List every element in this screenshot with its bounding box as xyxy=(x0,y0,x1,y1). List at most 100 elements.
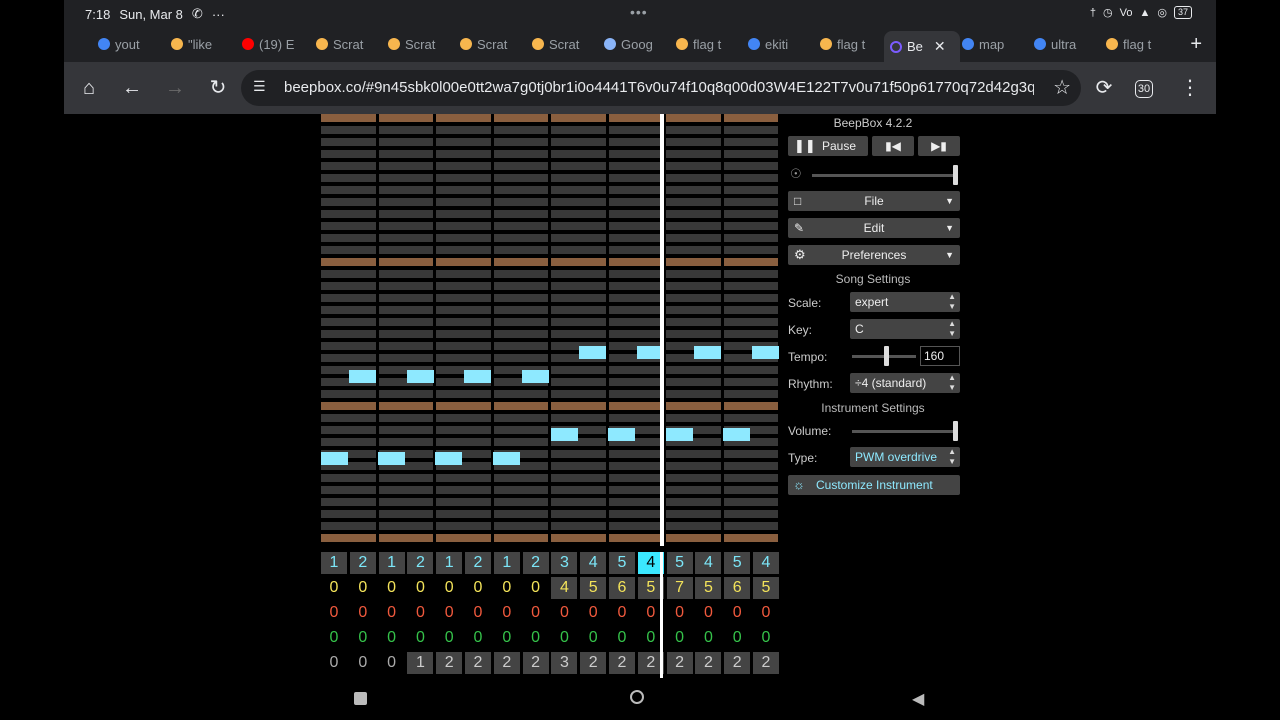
note-block[interactable] xyxy=(694,346,721,359)
track-cell[interactable]: 0 xyxy=(494,602,520,624)
tab-8[interactable]: Goog xyxy=(604,31,664,57)
address-bar[interactable]: ☰ beepbox.co/#9n45sbk0l00e0tt2wa7g0tj0br… xyxy=(241,70,1081,106)
track-cell[interactable]: 0 xyxy=(753,627,779,649)
track-cell[interactable]: 2 xyxy=(609,652,635,674)
track-cell[interactable]: 0 xyxy=(379,627,405,649)
note-block[interactable] xyxy=(608,428,635,441)
home-button-icon[interactable] xyxy=(630,690,644,704)
track-cell[interactable]: 1 xyxy=(407,652,434,674)
menu-icon[interactable]: ⋮ xyxy=(1178,76,1202,100)
track-cell[interactable]: 0 xyxy=(724,627,750,649)
track-cell[interactable]: 0 xyxy=(724,602,750,624)
window-handle-icon[interactable]: ••• xyxy=(630,4,648,20)
track-cell[interactable]: 2 xyxy=(436,652,463,674)
track-cell[interactable]: 0 xyxy=(436,577,462,599)
note-block[interactable] xyxy=(407,370,434,383)
track-cell[interactable]: 5 xyxy=(609,552,635,574)
track-cell[interactable]: 0 xyxy=(436,602,462,624)
track-cell[interactable]: 0 xyxy=(580,602,606,624)
note-block[interactable] xyxy=(349,370,376,383)
note-block[interactable] xyxy=(579,346,606,359)
track-cell[interactable]: 4 xyxy=(580,552,607,574)
tab-1[interactable]: yout xyxy=(98,31,178,57)
track-cell[interactable]: 0 xyxy=(551,602,577,624)
track-cell[interactable]: 4 xyxy=(695,552,722,574)
track-cell[interactable]: 1 xyxy=(378,552,405,574)
track-cell[interactable]: 0 xyxy=(465,602,491,624)
track-cell[interactable]: 0 xyxy=(321,577,347,599)
track-cell[interactable]: 5 xyxy=(580,577,607,599)
track-cell[interactable]: 2 xyxy=(580,652,607,674)
tab-7[interactable]: Scrat xyxy=(532,31,592,57)
track-cell[interactable]: 2 xyxy=(407,552,434,574)
new-tab-icon[interactable]: + xyxy=(1190,33,1202,56)
track-cell[interactable]: 0 xyxy=(350,652,376,674)
track-cell[interactable]: 0 xyxy=(379,602,405,624)
tab-3[interactable]: (19) E xyxy=(242,31,306,57)
track-cell[interactable]: 3 xyxy=(551,552,578,574)
track-cell[interactable]: 0 xyxy=(321,652,347,674)
track-cell[interactable]: 0 xyxy=(407,627,433,649)
track-cell[interactable]: 0 xyxy=(494,627,520,649)
tab-2[interactable]: "like xyxy=(171,31,231,57)
note-block[interactable] xyxy=(752,346,779,359)
note-block[interactable] xyxy=(435,452,462,465)
previous-bar-button[interactable]: ▮◀ xyxy=(872,136,914,156)
note-block[interactable] xyxy=(464,370,491,383)
track-editor[interactable]: 1212121234545454000000004565756500000000… xyxy=(320,552,780,678)
tab-4[interactable]: Scrat xyxy=(316,31,376,57)
pause-button[interactable]: ❚❚ Pause xyxy=(788,136,868,156)
site-settings-icon[interactable]: ☰ xyxy=(253,78,266,95)
note-block[interactable] xyxy=(551,428,578,441)
track-cell[interactable]: 6 xyxy=(609,577,635,599)
track-cell[interactable]: 4 xyxy=(551,577,578,599)
track-cell[interactable]: 0 xyxy=(609,627,635,649)
track-cell[interactable]: 0 xyxy=(667,627,693,649)
tab-12[interactable]: Be ✕ xyxy=(884,31,960,62)
tab-9[interactable]: flag t xyxy=(676,31,736,57)
track-cell[interactable]: 2 xyxy=(666,652,693,674)
tab-11[interactable]: flag t xyxy=(820,31,880,57)
track-cell[interactable]: 2 xyxy=(465,552,491,574)
bookmark-star-icon[interactable]: ☆ xyxy=(1053,75,1071,100)
tempo-thumb[interactable] xyxy=(884,346,889,366)
track-cell[interactable]: 0 xyxy=(695,627,721,649)
file-menu[interactable]: □ File ▼ xyxy=(788,191,960,211)
note-block[interactable] xyxy=(378,452,405,465)
note-block[interactable] xyxy=(522,370,549,383)
forward-icon[interactable]: → xyxy=(163,76,187,100)
track-cell[interactable]: 0 xyxy=(350,627,376,649)
track-cell[interactable]: 0 xyxy=(321,602,347,624)
instrument-volume-slider[interactable] xyxy=(852,421,958,441)
track-cell[interactable]: 7 xyxy=(666,577,693,599)
close-tab-icon[interactable]: ✕ xyxy=(934,38,946,55)
rhythm-select[interactable]: ÷4 (standard) ▲ ▼ xyxy=(850,373,960,393)
note-block[interactable] xyxy=(666,428,693,441)
track-cell[interactable]: 0 xyxy=(379,652,405,674)
track-cell[interactable]: 5 xyxy=(666,552,693,574)
track-cell[interactable]: 3 xyxy=(551,652,578,674)
instrument-volume-thumb[interactable] xyxy=(953,421,958,441)
instrument-type-select[interactable]: PWM overdrive ▲ ▼ xyxy=(850,447,960,467)
track-cell[interactable]: 0 xyxy=(523,627,549,649)
edit-menu[interactable]: ✎ Edit ▼ xyxy=(788,218,960,238)
tab-count-icon[interactable]: 30 xyxy=(1135,80,1153,98)
preferences-menu[interactable]: ⚙ Preferences ▼ xyxy=(788,245,960,265)
track-cell[interactable]: 0 xyxy=(609,602,635,624)
share-icon[interactable]: ⟳ xyxy=(1092,76,1116,100)
next-bar-button[interactable]: ▶▮ xyxy=(918,136,960,156)
note-block[interactable] xyxy=(723,428,750,441)
track-cell[interactable]: 2 xyxy=(349,552,376,574)
master-volume-slider[interactable] xyxy=(812,165,958,185)
track-cell[interactable]: 0 xyxy=(667,602,693,624)
track-cell[interactable]: 0 xyxy=(350,602,376,624)
track-cell[interactable]: 0 xyxy=(436,627,462,649)
track-cell[interactable]: 0 xyxy=(753,602,779,624)
track-cell[interactable]: 0 xyxy=(523,577,549,599)
scale-select[interactable]: expert ▲ ▼ xyxy=(850,292,960,312)
track-cell[interactable]: 1 xyxy=(493,552,520,574)
pattern-editor[interactable] xyxy=(320,114,780,546)
track-cell[interactable]: 0 xyxy=(494,577,520,599)
track-cell[interactable]: 0 xyxy=(695,602,721,624)
track-cell[interactable]: 0 xyxy=(407,602,433,624)
